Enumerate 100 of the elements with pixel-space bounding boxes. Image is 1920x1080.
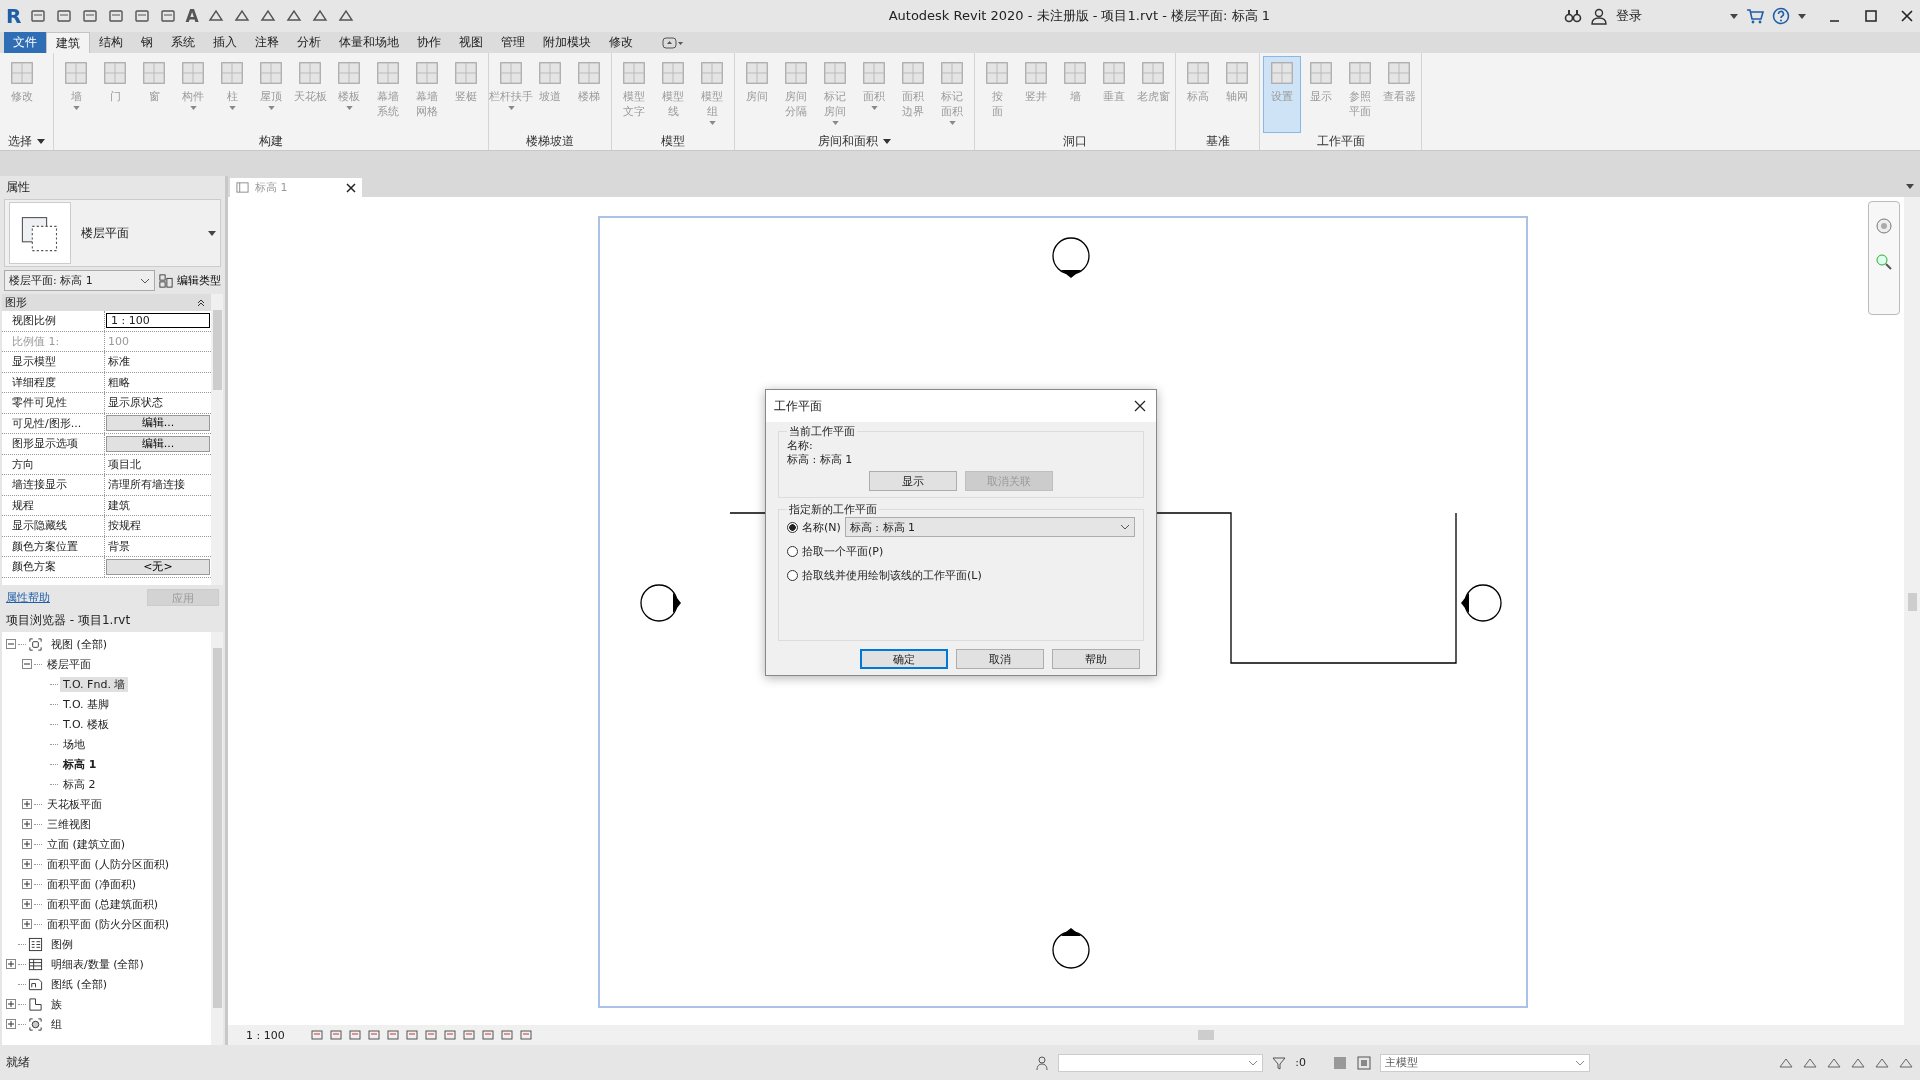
scrollbar[interactable] [211,294,223,585]
ribbon-tab[interactable]: 分析 [288,32,330,53]
elevation-marker[interactable] [1052,928,1090,969]
workset-icon[interactable] [1034,1054,1051,1071]
ribbon-group-label[interactable]: 楼梯坡道 [526,133,574,150]
scrollbar[interactable] [211,632,223,1045]
binoculars-icon[interactable] [1564,7,1582,25]
expander-icon[interactable] [22,879,32,889]
property-button[interactable]: <无> [106,558,210,575]
expander-icon[interactable] [22,659,32,669]
tree-item[interactable]: 面积平面 (净面积) [44,876,140,892]
tree-item[interactable]: 面积平面 (人防分区面积) [44,856,173,872]
ribbon-group-label[interactable]: 模型 [661,133,685,150]
ribbon-tab[interactable]: 体量和场地 [330,32,408,53]
view-scale[interactable]: 1 : 100 [246,1028,285,1042]
radio-button[interactable] [787,521,798,533]
sign-in-link[interactable]: 登录 [1616,7,1642,25]
type-selector[interactable]: 楼层平面 [4,199,221,267]
tree-item[interactable]: 图例 [48,936,76,952]
edit-type-button[interactable]: 编辑类型 [159,273,221,288]
dialog-button[interactable]: 显示 [869,471,957,491]
ribbon-tab[interactable]: 系统 [162,32,204,53]
ribbon-tab[interactable]: 视图 [450,32,492,53]
model-dropdown[interactable]: 主模型 [1380,1053,1590,1072]
caret-icon[interactable] [1730,13,1738,19]
ribbon-tab[interactable]: 结构 [90,32,132,53]
tree-item[interactable]: 三维视图 [44,816,94,832]
caret-icon[interactable] [208,230,216,236]
dialog-button[interactable]: 确定 [860,649,948,669]
close-icon[interactable] [1900,9,1914,23]
tree-item[interactable]: T.O. Fnd. 墙 [60,676,129,692]
tree-item[interactable]: 场地 [60,736,88,752]
tree-item[interactable]: 天花板平面 [44,796,105,812]
dialog-button[interactable]: 取消 [956,649,1044,669]
ribbon-group-label[interactable]: 构建 [259,133,283,150]
ribbon-tab[interactable]: 建筑 [46,32,90,53]
properties-help-link[interactable]: 属性帮助 [6,589,50,605]
tree-item[interactable]: 图纸 (全部) [48,976,111,992]
close-icon[interactable] [346,182,356,193]
toolbar-icon[interactable] [107,7,126,25]
expander-icon[interactable] [6,1019,16,1029]
ribbon-tab[interactable]: 管理 [492,32,534,53]
property-button[interactable]: 编辑... [106,435,210,452]
expander-icon[interactable] [22,799,32,809]
radio-button[interactable] [787,569,798,581]
wall-line[interactable] [1154,512,1457,664]
view-dropdown[interactable]: 楼层平面: 标高 1 [4,270,155,291]
elevation-marker[interactable] [1052,237,1090,278]
chevron-icon[interactable] [1575,1059,1585,1066]
radio-label[interactable]: 拾取一个平面(P) [802,543,884,559]
zoom-icon[interactable] [1874,252,1894,272]
ribbon-group-label[interactable]: 房间和面积 [818,133,878,150]
radio-label[interactable]: 拾取线并使用绘制该线的工作平面(L) [802,567,982,583]
tree-item[interactable]: 楼层平面 [44,656,94,672]
toolbar-icon[interactable] [81,7,100,25]
expander-icon[interactable] [22,919,32,929]
panel-toggle-icon[interactable] [662,36,684,49]
tree-item[interactable]: 标高 1 [60,756,100,772]
expander-icon[interactable] [22,899,32,909]
collapse-icon[interactable] [197,298,205,307]
scrollbar[interactable] [1904,197,1920,1025]
elevation-marker[interactable] [640,584,681,622]
tree-item[interactable]: 视图 (全部) [48,636,111,652]
ribbon-group-label[interactable]: 洞口 [1063,133,1087,150]
text-tool-icon[interactable]: A [185,6,199,26]
ribbon-tab[interactable]: 插入 [204,32,246,53]
toolbar-icon[interactable] [133,7,152,25]
tree-item[interactable]: 明细表/数量 (全部) [48,956,147,972]
tree-item[interactable]: T.O. 基脚 [60,696,113,712]
caret-icon[interactable] [37,139,45,144]
filter-icon[interactable] [1271,1054,1288,1071]
maximize-icon[interactable] [1864,9,1878,23]
tree-item[interactable]: 面积平面 (总建筑面积) [44,896,162,912]
ribbon-tab[interactable]: 协作 [408,32,450,53]
tree-item[interactable]: 族 [48,996,65,1012]
expander-icon[interactable] [6,999,16,1009]
property-input[interactable]: 1 : 100 [106,313,210,329]
ribbon-group-label[interactable]: 基准 [1205,133,1230,150]
caret-icon[interactable] [883,139,891,144]
tree-item[interactable]: 标高 2 [60,776,99,792]
ribbon-tab[interactable]: 修改 [600,32,642,53]
tree-item[interactable]: 立面 (建筑立面) [44,836,129,852]
caret-icon[interactable] [1906,184,1914,189]
radio-button[interactable] [787,545,798,557]
ribbon-tab[interactable]: 附加模块 [534,32,600,53]
chevron-icon[interactable] [140,277,150,284]
ribbon-tab[interactable]: 钢 [132,32,162,53]
tree-item[interactable]: 面积平面 (防火分区面积) [44,916,173,932]
ribbon-group-label[interactable]: 工作平面 [1316,133,1365,150]
tree-item[interactable]: 组 [48,1016,65,1032]
toolbar-icon[interactable] [159,7,178,25]
tree-item[interactable]: T.O. 楼板 [60,716,113,732]
toolbar-icon[interactable] [29,7,48,25]
edit-type-icon[interactable] [159,273,173,288]
expander-icon[interactable] [22,859,32,869]
expander-icon[interactable] [22,819,32,829]
property-button[interactable]: 编辑... [106,415,210,432]
toolbar-icon[interactable] [55,7,74,25]
radio-label[interactable]: 名称(N) [802,519,841,535]
toolbar-icon[interactable] [1356,1054,1372,1071]
